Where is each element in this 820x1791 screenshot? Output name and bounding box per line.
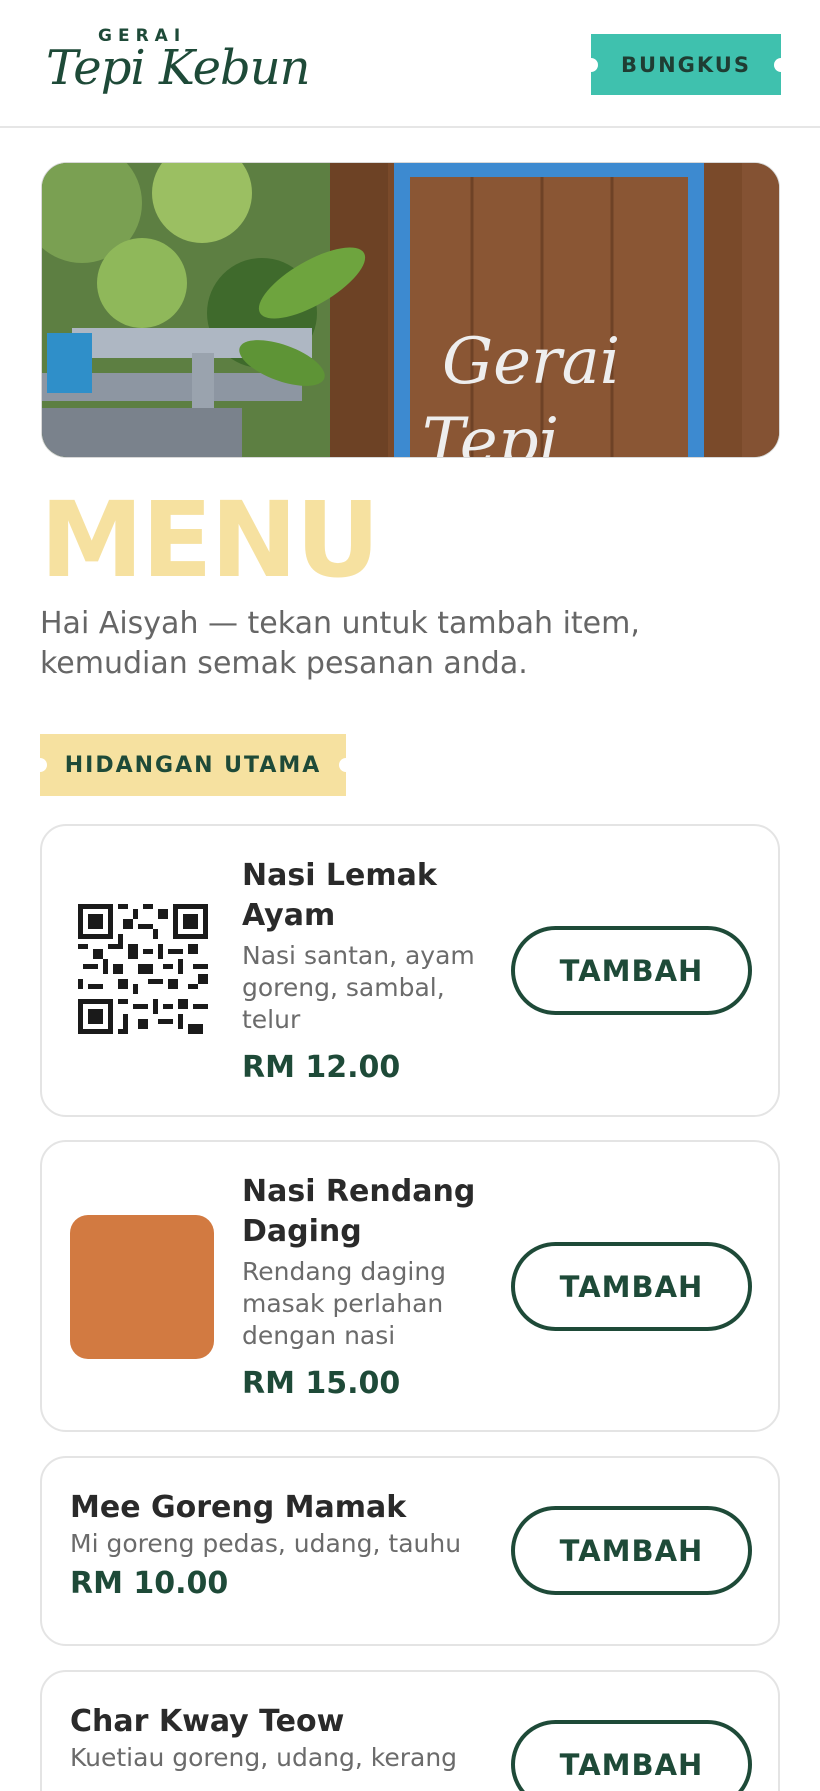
ticket-notch-left [33, 758, 47, 772]
menu-item-info: Nasi Lemak Ayam Nasi santan, ayam goreng… [242, 856, 492, 1085]
menu-item-description: Kuetiau goreng, udang, kerang [70, 1743, 458, 1772]
cart-button[interactable]: BUNGKUS [584, 34, 788, 95]
menu-item-price: RM 10.00 [70, 1566, 229, 1601]
add-item-button[interactable]: TAMBAH [511, 1720, 752, 1791]
qr-code-icon [78, 904, 208, 1034]
page-title: MENU [40, 479, 380, 601]
add-item-button[interactable]: TAMBAH [511, 926, 752, 1015]
menu-item-name: Char Kway Teow [70, 1704, 345, 1739]
section-label: HIDANGAN UTAMA [33, 734, 353, 796]
menu-item-name: Nasi Rendang Daging [242, 1174, 476, 1249]
menu-item-description: Rendang daging masak perlahan dengan nas… [242, 1257, 447, 1350]
app-header: GERAI Tepi Kebun BUNGKUS [0, 0, 820, 128]
ticket-notch-left [584, 57, 598, 72]
add-item-button[interactable]: TAMBAH [511, 1242, 752, 1331]
menu-item-info: Mee Goreng Mamak Mi goreng pedas, udang,… [70, 1488, 490, 1601]
menu-item-price: RM 15.00 [242, 1366, 401, 1401]
menu-item-name: Mee Goreng Mamak [70, 1490, 407, 1525]
menu-item-thumbnail [70, 1215, 214, 1359]
cart-button-label: BUNGKUS [621, 52, 751, 77]
hero-sign-text-2: Tepi [422, 405, 559, 458]
menu-item-card[interactable]: Nasi Rendang Daging Rendang daging masak… [40, 1140, 780, 1432]
hero-image: Gerai Tepi [41, 162, 780, 458]
hero-sign-text-1: Gerai [442, 325, 620, 399]
menu-item-card[interactable]: Nasi Lemak Ayam Nasi santan, ayam goreng… [40, 824, 780, 1117]
menu-item-description: Nasi santan, ayam goreng, sambal, telur [242, 941, 475, 1034]
ticket-notch-right [339, 758, 353, 772]
menu-item-price: RM 12.00 [242, 1050, 401, 1085]
menu-item-card[interactable]: Char Kway Teow Kuetiau goreng, udang, ke… [40, 1670, 780, 1791]
page-subtitle: Hai Aisyah — tekan untuk tambah item, ke… [40, 606, 640, 681]
hero-photo: Gerai Tepi [42, 163, 779, 458]
section-label-text: HIDANGAN UTAMA [64, 752, 322, 778]
menu-item-description: Mi goreng pedas, udang, tauhu [70, 1529, 462, 1558]
menu-item-info: Nasi Rendang Daging Rendang daging masak… [242, 1172, 492, 1401]
ticket-notch-right [774, 57, 788, 72]
logo-wordmark-script: Tepi Kebun [46, 40, 311, 96]
menu-item-name: Nasi Lemak Ayam [242, 858, 437, 933]
menu-item-card[interactable]: Mee Goreng Mamak Mi goreng pedas, udang,… [40, 1456, 780, 1646]
brand-logo[interactable]: GERAI Tepi Kebun [46, 26, 311, 108]
menu-item-info: Char Kway Teow Kuetiau goreng, udang, ke… [70, 1702, 490, 1774]
add-item-button[interactable]: TAMBAH [511, 1506, 752, 1595]
